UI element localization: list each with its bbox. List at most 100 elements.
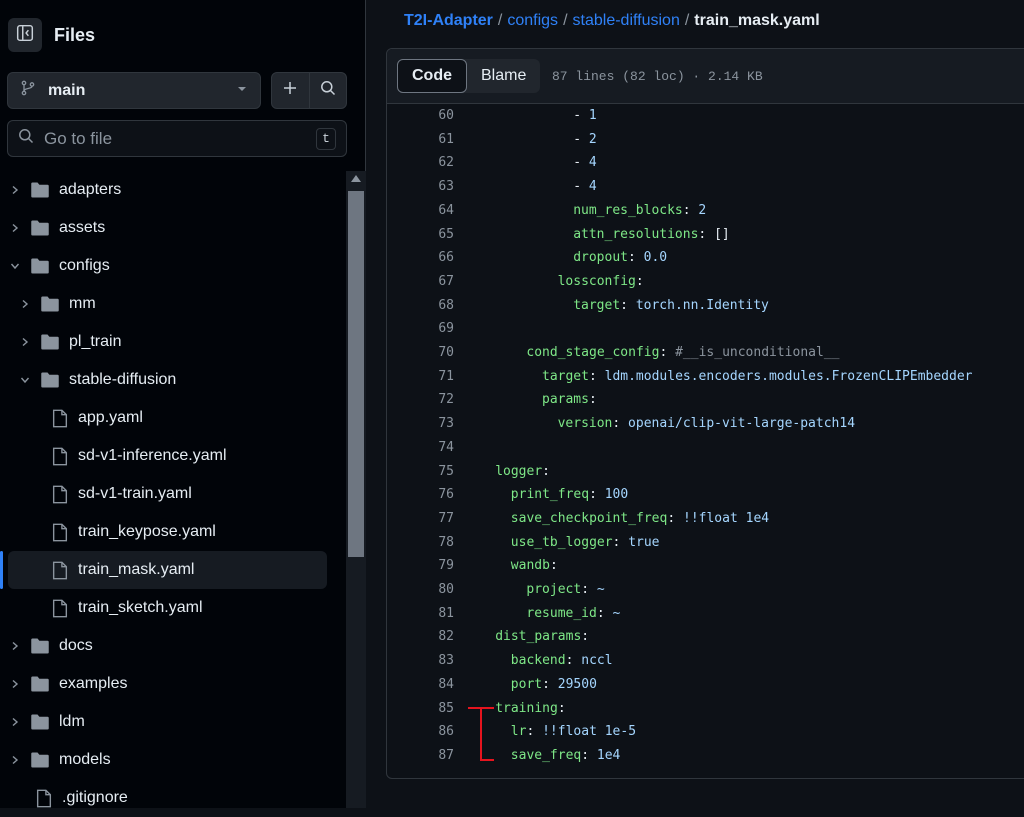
tab-code[interactable]: Code bbox=[397, 59, 467, 93]
yaml-key: save_freq bbox=[510, 747, 582, 763]
code-line-71: 71 target: ldm.modules.encoders.modules.F… bbox=[387, 364, 972, 388]
branch-selector-button[interactable]: main bbox=[7, 72, 261, 109]
yaml-value: torch.nn.Identity bbox=[635, 297, 769, 313]
code-line-77: 77 save_checkpoint_freq: !!float 1e4 bbox=[387, 507, 769, 531]
file-icon bbox=[52, 485, 68, 504]
line-number[interactable]: 63 bbox=[387, 179, 454, 194]
yaml-key: dropout bbox=[573, 250, 628, 266]
tree-file-app-yaml[interactable]: app.yaml bbox=[0, 399, 346, 437]
line-number[interactable]: 81 bbox=[387, 606, 454, 621]
code-line-70: 70 cond_stage_config: #__is_unconditional… bbox=[387, 341, 839, 365]
line-number[interactable]: 67 bbox=[387, 274, 454, 289]
yaml-value: true bbox=[628, 534, 660, 550]
yaml-key: training bbox=[495, 700, 558, 716]
line-number[interactable]: 65 bbox=[387, 227, 454, 242]
line-number[interactable]: 71 bbox=[387, 369, 454, 384]
tree-file-gitignore[interactable]: .gitignore bbox=[0, 779, 346, 817]
line-number[interactable]: 68 bbox=[387, 298, 454, 313]
scroll-up-arrow-icon[interactable] bbox=[351, 175, 361, 182]
line-number[interactable]: 83 bbox=[387, 653, 454, 668]
line-number[interactable]: 60 bbox=[387, 108, 454, 123]
tree-folder-models[interactable]: models bbox=[0, 741, 346, 779]
code-line-63: 63 - 4 bbox=[387, 175, 596, 199]
chevron-down-icon[interactable] bbox=[8, 261, 22, 271]
code-line-76: 76 print_freq: 100 bbox=[387, 483, 628, 507]
tree-folder-assets[interactable]: assets bbox=[0, 209, 346, 247]
sidebar-scrollbar[interactable] bbox=[346, 171, 366, 808]
line-number[interactable]: 79 bbox=[387, 558, 454, 573]
tree-item-label: docs bbox=[59, 637, 93, 654]
code-line-72: 72 params: bbox=[387, 388, 596, 412]
line-number[interactable]: 64 bbox=[387, 203, 454, 218]
sidebar-collapse-button[interactable] bbox=[8, 18, 42, 52]
line-number[interactable]: 66 bbox=[387, 250, 454, 265]
add-file-button[interactable] bbox=[272, 73, 309, 108]
chevron-down-icon[interactable] bbox=[18, 375, 32, 385]
line-number[interactable]: 70 bbox=[387, 345, 454, 360]
tree-folder-docs[interactable]: docs bbox=[0, 627, 346, 665]
tree-folder-adapters[interactable]: adapters bbox=[0, 171, 346, 209]
line-number[interactable]: 72 bbox=[387, 392, 454, 407]
line-number[interactable]: 80 bbox=[387, 582, 454, 597]
line-number[interactable]: 87 bbox=[387, 748, 454, 763]
tree-file-train-keypose-yaml[interactable]: train_keypose.yaml bbox=[0, 513, 346, 551]
code-line-62: 62 - 4 bbox=[387, 151, 596, 175]
line-number[interactable]: 76 bbox=[387, 487, 454, 502]
tree-folder-stable-diffusion[interactable]: stable-diffusion bbox=[0, 361, 346, 399]
line-number[interactable]: 73 bbox=[387, 416, 454, 431]
chevron-right-icon[interactable] bbox=[8, 223, 22, 233]
tree-file-train-sketch-yaml[interactable]: train_sketch.yaml bbox=[0, 589, 346, 627]
chevron-right-icon[interactable] bbox=[18, 337, 32, 347]
line-number[interactable]: 74 bbox=[387, 440, 454, 455]
file-header: Code Blame 87 lines (82 loc) · 2.14 KB bbox=[387, 49, 1024, 104]
scrollbar-thumb[interactable] bbox=[348, 191, 364, 557]
file-tree-sidebar: Files main t adapters assets configs mm pl_t… bbox=[0, 0, 366, 808]
search-code-button[interactable] bbox=[308, 73, 347, 108]
yaml-punctuation: - bbox=[573, 155, 589, 171]
line-number[interactable]: 61 bbox=[387, 132, 454, 147]
go-to-file-input[interactable] bbox=[44, 128, 316, 149]
code-text: dist_params: bbox=[495, 629, 589, 644]
chevron-right-icon[interactable] bbox=[8, 717, 22, 727]
code-line-83: 83 backend: nccl bbox=[387, 649, 612, 673]
tree-file-train-mask-yaml[interactable]: train_mask.yaml bbox=[0, 551, 327, 589]
folder-icon bbox=[30, 257, 50, 275]
breadcrumb-link-stable-diffusion[interactable]: stable-diffusion bbox=[573, 12, 680, 29]
tree-folder-pl-train[interactable]: pl_train bbox=[0, 323, 346, 361]
line-number[interactable]: 82 bbox=[387, 629, 454, 644]
tree-file-sd-v1-train-yaml[interactable]: sd-v1-train.yaml bbox=[0, 475, 346, 513]
breadcrumb-repo-link[interactable]: T2I-Adapter bbox=[404, 12, 493, 29]
line-number[interactable]: 84 bbox=[387, 677, 454, 692]
go-to-file-search[interactable]: t bbox=[7, 120, 347, 157]
yaml-key: print_freq bbox=[510, 487, 590, 503]
chevron-right-icon[interactable] bbox=[8, 641, 22, 651]
line-number[interactable]: 85 bbox=[387, 701, 454, 716]
sidebar-collapse-icon bbox=[16, 24, 34, 47]
tree-folder-ldm[interactable]: ldm bbox=[0, 703, 346, 741]
code-text: wandb: bbox=[511, 558, 558, 573]
tree-folder-mm[interactable]: mm bbox=[0, 285, 346, 323]
code-line-61: 61 - 2 bbox=[387, 127, 596, 151]
line-number[interactable]: 69 bbox=[387, 321, 454, 336]
code-text: target: torch.nn.Identity bbox=[573, 298, 769, 313]
line-number[interactable]: 86 bbox=[387, 724, 454, 739]
chevron-right-icon[interactable] bbox=[8, 185, 22, 195]
yaml-key: version bbox=[557, 416, 613, 432]
line-number[interactable]: 77 bbox=[387, 511, 454, 526]
chevron-right-icon[interactable] bbox=[18, 299, 32, 309]
tree-folder-examples[interactable]: examples bbox=[0, 665, 346, 703]
code-text: cond_stage_config: #__is_unconditional__ bbox=[526, 345, 839, 360]
tree-file-sd-v1-inference-yaml[interactable]: sd-v1-inference.yaml bbox=[0, 437, 346, 475]
tree-item-label: examples bbox=[59, 675, 128, 692]
line-number[interactable]: 62 bbox=[387, 155, 454, 170]
line-number[interactable]: 78 bbox=[387, 535, 454, 550]
tree-item-label: .gitignore bbox=[62, 789, 128, 806]
line-number[interactable]: 75 bbox=[387, 464, 454, 479]
code-text: num_res_blocks: 2 bbox=[573, 203, 706, 218]
breadcrumb-link-configs[interactable]: configs bbox=[507, 12, 558, 29]
chevron-right-icon[interactable] bbox=[8, 755, 22, 765]
chevron-right-icon[interactable] bbox=[8, 679, 22, 689]
tab-blame[interactable]: Blame bbox=[467, 59, 540, 93]
tree-folder-configs[interactable]: configs bbox=[0, 247, 346, 285]
tree-item-label: adapters bbox=[59, 181, 122, 198]
